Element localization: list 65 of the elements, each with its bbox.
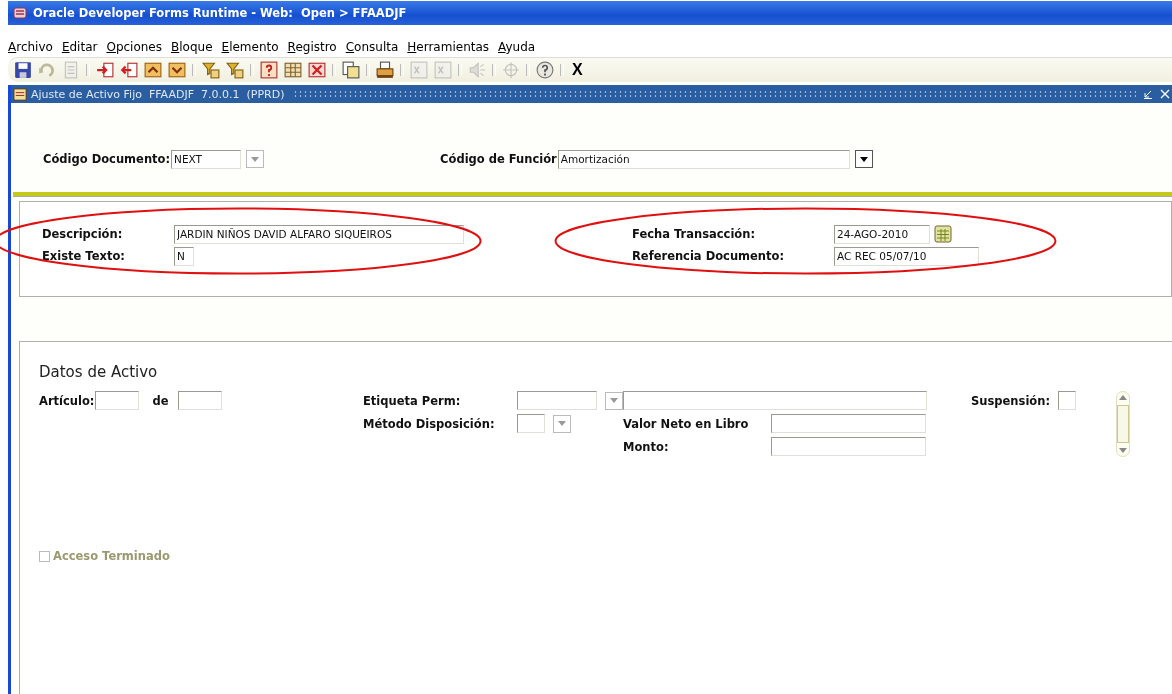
clear-icon[interactable] [308, 61, 326, 79]
text-field[interactable] [771, 414, 926, 433]
printer-icon[interactable] [376, 61, 394, 79]
caret-icon [558, 421, 566, 426]
text-field[interactable] [95, 391, 140, 410]
dropdown-button[interactable] [854, 150, 873, 168]
insert-row-icon[interactable] [96, 61, 114, 79]
field-label: Artículo: [39, 393, 95, 408]
remove-row-icon[interactable] [120, 61, 138, 79]
exit-button[interactable]: X [570, 61, 585, 79]
text-field[interactable]: NEXT [171, 149, 242, 169]
field-label: Valor Neto en Libro [623, 416, 750, 431]
field-label: Fecha Transacción: [632, 227, 757, 241]
caret-icon [610, 398, 618, 403]
section-title: Datos de Activo [39, 363, 159, 381]
app-icon [12, 5, 28, 21]
field-label: Descripción: [42, 227, 124, 241]
scrollbar[interactable] [1116, 391, 1130, 457]
field-label: Método Disposición: [363, 416, 496, 431]
field-label: Referencia Documento: [632, 249, 786, 263]
caret-icon [251, 156, 260, 162]
menu-item[interactable]: Elemento [221, 40, 279, 54]
text-field[interactable]: 24-AGO-2010 [834, 224, 930, 244]
caret-icon [859, 156, 868, 162]
text-field[interactable] [623, 391, 927, 410]
field-label: Código de Funciór [440, 152, 557, 166]
close-icon[interactable] [1160, 89, 1170, 99]
menu-item[interactable]: Ayuda [498, 40, 536, 54]
field-label: Etiqueta Perm: [363, 393, 462, 408]
menu-item[interactable]: Bloque [171, 40, 213, 54]
form-title: Ajuste de Activo Fijo FFAADJF 7.0.0.1 (PPRD) [31, 87, 285, 101]
menu-item[interactable]: Editar [61, 40, 98, 54]
text-field[interactable] [1058, 391, 1076, 410]
window-title: Oracle Developer Forms Runtime - Web: Open > FFAADJF [33, 6, 407, 20]
field-label: Existe Texto: [42, 249, 126, 263]
text-field[interactable]: Amortización [557, 149, 850, 169]
text-field[interactable] [517, 414, 545, 433]
scroll-up-icon[interactable] [1119, 395, 1127, 400]
tray-up-icon[interactable] [144, 61, 162, 79]
text-field[interactable]: JARDIN NIÑOS DAVID ALFARO SIQUEIROS [174, 224, 464, 244]
text-field[interactable]: N [174, 246, 194, 266]
menu-item[interactable]: Consulta [345, 40, 399, 54]
tray-down-icon[interactable] [168, 61, 186, 79]
funnel-icon[interactable] [202, 61, 220, 79]
text-field[interactable] [771, 437, 926, 456]
menu-item[interactable]: Opciones [106, 40, 162, 54]
save-icon[interactable] [14, 61, 32, 79]
menu-item[interactable]: Archivo [8, 40, 53, 54]
table-icon[interactable] [284, 61, 302, 79]
menu-item[interactable]: Herramientas [407, 40, 490, 54]
form-icon [13, 86, 28, 102]
documents-icon[interactable] [342, 61, 360, 79]
menu-item[interactable]: Registro [287, 40, 337, 54]
calendar-icon[interactable] [934, 225, 952, 243]
scroll-down-icon[interactable] [1119, 448, 1127, 453]
field-label: Monto: [623, 439, 670, 454]
field-label: Código Documento: [43, 152, 171, 166]
text-field[interactable] [177, 391, 222, 410]
text-field[interactable] [517, 391, 597, 410]
question-box-icon[interactable] [260, 61, 278, 79]
help-icon[interactable] [536, 61, 554, 79]
text-field[interactable]: AC REC 05/07/10 [834, 246, 979, 266]
field-label: de [152, 393, 169, 408]
minimize-icon[interactable] [1143, 89, 1153, 99]
field-label: Suspensión: [971, 393, 1050, 408]
